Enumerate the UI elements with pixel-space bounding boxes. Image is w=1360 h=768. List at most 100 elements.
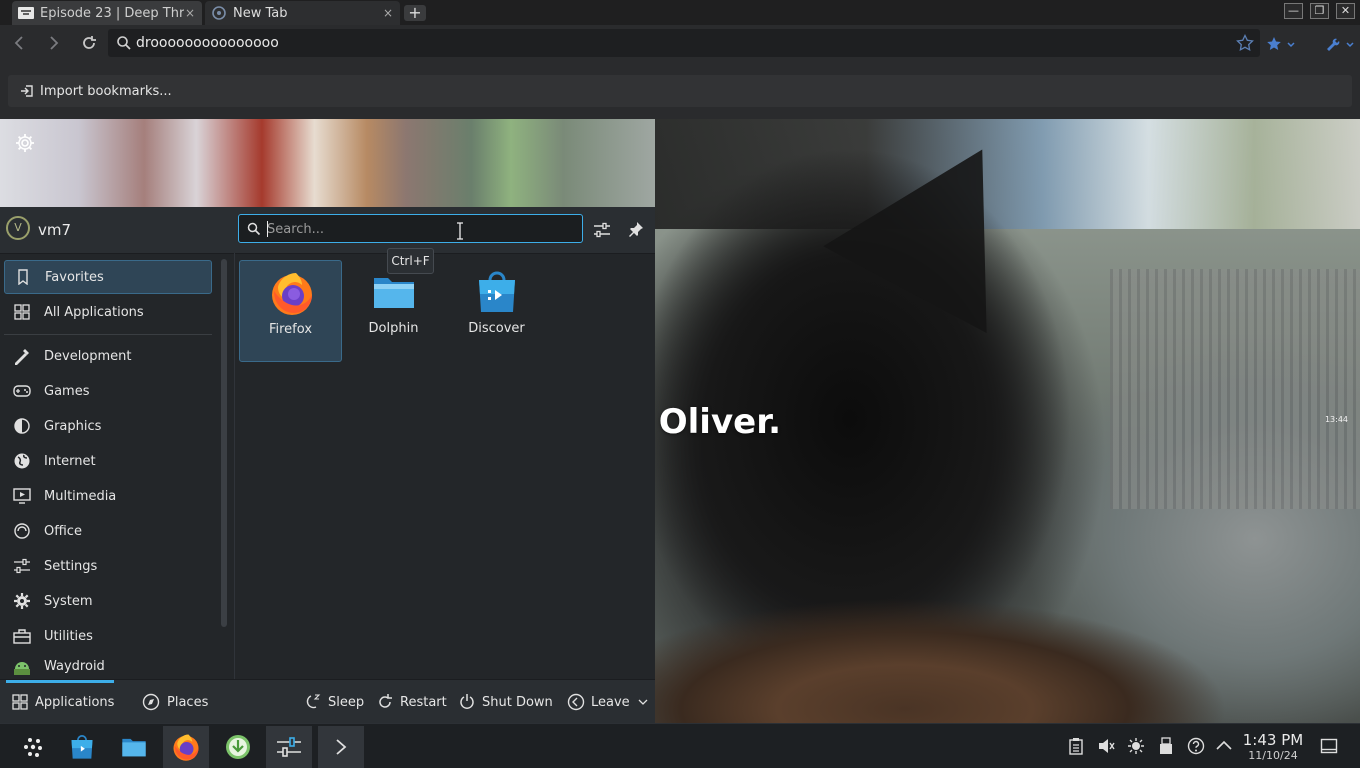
text-caret — [267, 221, 268, 237]
import-icon — [20, 84, 34, 98]
tools-menu-icon[interactable] — [1323, 35, 1357, 53]
grid-icon — [12, 302, 32, 322]
tab-applications[interactable]: Applications — [12, 680, 114, 724]
sidebar-item-all-applications[interactable]: All Applications — [4, 295, 212, 329]
tab-close-icon[interactable]: × — [382, 6, 394, 20]
minimize-button[interactable]: — — [1284, 3, 1303, 19]
new-tab-button[interactable]: + — [404, 5, 426, 21]
usb-device-icon[interactable] — [1157, 737, 1175, 755]
download-icon — [224, 733, 252, 761]
restart-button[interactable]: Restart — [376, 680, 447, 724]
discover-icon — [68, 733, 96, 761]
bookmark-star-icon[interactable] — [1236, 34, 1254, 52]
volume-muted-icon[interactable] — [1097, 737, 1115, 755]
taskbar-firefox[interactable] — [163, 726, 209, 768]
tab-places-label: Places — [167, 694, 209, 710]
sidebar-item-multimedia[interactable]: Multimedia — [4, 479, 212, 513]
application-launcher-button[interactable] — [10, 726, 56, 768]
sidebar-item-utilities[interactable]: Utilities — [4, 619, 212, 653]
sidebar-item-office[interactable]: Office — [4, 514, 212, 548]
sidebar-scrollbar[interactable] — [221, 259, 227, 627]
taskbar-downloader[interactable] — [215, 726, 261, 768]
tab-applications-label: Applications — [35, 694, 115, 710]
close-window-button[interactable]: ✕ — [1336, 3, 1355, 19]
panel-divider — [234, 253, 235, 679]
app-tile-label: Dolphin — [368, 321, 419, 336]
sidebar-item-label: Multimedia — [44, 488, 117, 504]
app-tile-label: Firefox — [268, 322, 313, 337]
launcher-header: V vm7 — [0, 207, 655, 254]
clock-date[interactable]: 11/10/24 — [1240, 749, 1306, 762]
sidebar-item-games[interactable]: Games — [4, 374, 212, 408]
sleep-icon — [304, 693, 322, 711]
help-icon[interactable] — [1187, 737, 1205, 755]
clock-time[interactable]: 1:43 PM — [1240, 731, 1306, 749]
shutdown-button[interactable]: Shut Down — [458, 680, 553, 724]
discover-icon — [473, 268, 521, 316]
chevron-down-icon — [638, 698, 648, 706]
extensions-icon[interactable] — [1266, 35, 1296, 53]
page-settings-gear-icon[interactable] — [14, 132, 36, 154]
tab-places[interactable]: Places — [142, 680, 208, 724]
tab-close-icon[interactable]: × — [184, 6, 196, 20]
restore-button[interactable]: ❐ — [1310, 3, 1329, 19]
leave-button[interactable]: Leave — [567, 680, 648, 724]
app-tile-discover[interactable]: Discover — [445, 260, 548, 362]
brightness-icon[interactable] — [1127, 737, 1145, 755]
category-sidebar: Favorites All Applications Development G… — [0, 257, 216, 677]
taskbar-dolphin[interactable] — [111, 726, 157, 768]
app-tile-firefox[interactable]: Firefox — [239, 260, 342, 362]
sidebar-item-label: Waydroid — [44, 658, 105, 674]
search-input[interactable] — [267, 219, 567, 239]
search-shortcut-tooltip: Ctrl+F — [387, 248, 434, 274]
username-label: vm7 — [38, 221, 72, 239]
sidebar-item-graphics[interactable]: Graphics — [4, 409, 212, 443]
sidebar-item-favorites[interactable]: Favorites — [4, 260, 212, 294]
office-icon — [12, 521, 32, 541]
gear-icon — [12, 591, 32, 611]
toolbox-icon — [12, 626, 32, 646]
android-icon — [12, 656, 32, 676]
shutdown-label: Shut Down — [482, 694, 553, 710]
tab-episode-23[interactable]: Episode 23 | Deep Thro × — [12, 1, 202, 25]
sidebar-item-label: System — [44, 593, 93, 609]
sleep-button[interactable]: Sleep — [304, 680, 364, 724]
sliders-icon — [275, 735, 303, 759]
sleep-label: Sleep — [328, 694, 365, 710]
configure-filter-icon[interactable] — [592, 220, 612, 240]
application-launcher-popup: V vm7 Favorites All Applications — [0, 207, 655, 724]
show-desktop-icon[interactable] — [1320, 737, 1338, 755]
app-tile-dolphin[interactable]: Dolphin — [342, 260, 445, 362]
clipboard-icon[interactable] — [1067, 737, 1085, 755]
forward-icon[interactable] — [44, 33, 64, 53]
kde-launcher-icon — [21, 735, 45, 759]
taskbar: 1:43 PM 11/10/24 — [0, 723, 1360, 768]
fence-background-image — [1110, 269, 1360, 509]
site-favicon-icon — [18, 6, 34, 20]
address-bar[interactable]: drooooooooooooooo — [108, 29, 1260, 57]
pin-icon[interactable] — [627, 220, 645, 238]
taskbar-discover[interactable] — [59, 726, 105, 768]
tab-title: Episode 23 | Deep Thro — [40, 5, 184, 21]
back-icon[interactable] — [9, 33, 29, 53]
taskbar-terminal[interactable] — [318, 726, 364, 768]
reload-icon[interactable] — [79, 33, 99, 53]
tab-title: New Tab — [233, 5, 288, 21]
tab-new-tab[interactable]: New Tab × — [205, 1, 400, 25]
chevron-up-icon[interactable] — [1215, 737, 1233, 755]
avatar[interactable]: V — [6, 216, 30, 240]
sidebar-item-settings[interactable]: Settings — [4, 549, 212, 583]
sidebar-item-waydroid[interactable]: Waydroid — [4, 654, 212, 678]
anime-banner-image — [0, 119, 655, 207]
import-bookmarks-button[interactable]: Import bookmarks... — [8, 75, 1352, 107]
launcher-search-field[interactable] — [238, 214, 583, 243]
taskbar-settings[interactable] — [266, 726, 312, 768]
sidebar-item-system[interactable]: System — [4, 584, 212, 618]
leave-label: Leave — [591, 694, 630, 710]
sliders-icon — [12, 556, 32, 576]
restart-label: Restart — [400, 694, 447, 710]
sidebar-item-internet[interactable]: Internet — [4, 444, 212, 478]
sidebar-item-development[interactable]: Development — [4, 339, 212, 373]
sidebar-item-label: Office — [44, 523, 82, 539]
sidebar-item-label: Development — [44, 348, 132, 364]
